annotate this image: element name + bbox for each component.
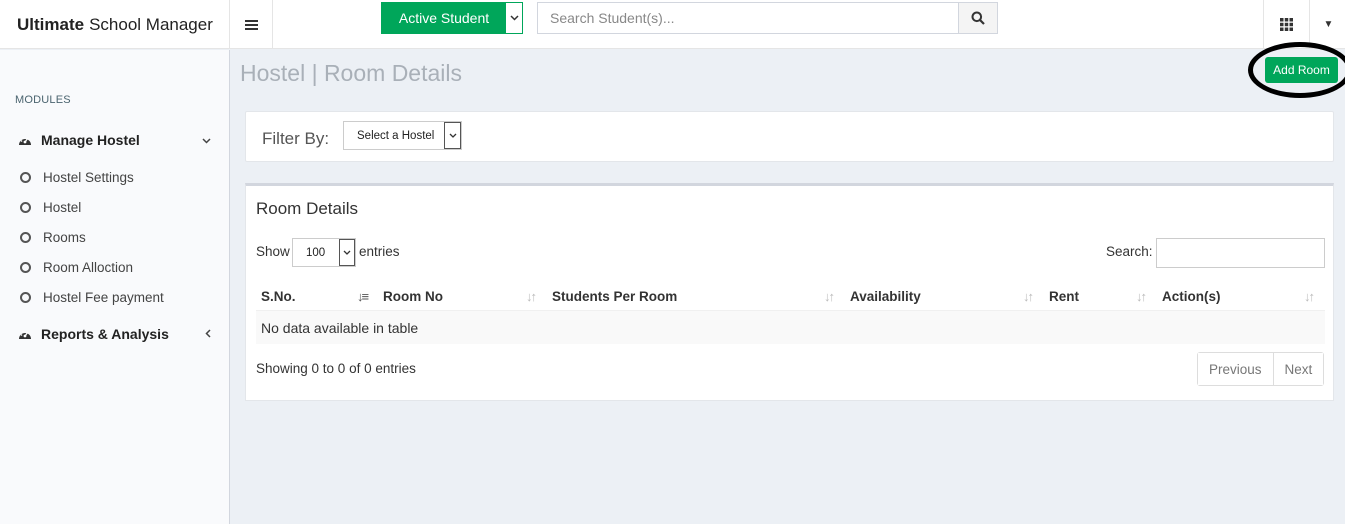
active-student-button[interactable]: Active Student [382,3,506,33]
panel-title: Room Details [256,199,359,218]
search-input[interactable] [537,2,958,34]
top-navbar: Ultimate School Manager Active Student S… [0,0,1345,49]
apps-menu-button[interactable] [1263,0,1310,49]
search-icon [971,11,985,25]
next-page-button[interactable]: Next [1272,353,1324,385]
circle-icon [20,291,31,303]
circle-icon [20,171,31,183]
sidebar-item-hostel-fee-payment[interactable]: Hostel Fee payment [20,286,164,308]
sort-icon[interactable]: ↓↑ [1023,289,1034,304]
entries-label: entries [359,244,400,259]
table-info: Showing 0 to 0 of 0 entries [256,361,416,376]
column-header-students-per-room[interactable]: Students Per Room [552,281,677,311]
sort-icon[interactable]: ↓↑ [1304,289,1315,304]
column-header-sno[interactable]: S.No. [261,281,296,311]
filter-panel: Filter By: Select a Hostel [245,111,1334,162]
room-details-panel: Room Details Show 100 entries Search: S.… [245,183,1334,401]
add-room-button[interactable]: Add Room [1265,57,1338,83]
chevron-down-icon [202,133,211,147]
table-header: S.No. ↓≡ Room No ↓↑ Students Per Room ↓↑… [256,281,1325,311]
sort-asc-icon[interactable]: ↓≡ [357,289,369,304]
table-empty-row: No data available in table [256,311,1325,344]
show-label: Show [256,244,290,259]
sidebar-section-label: MODULES [15,94,71,106]
circle-icon [20,261,31,273]
sidebar-toggle-button[interactable] [230,0,273,49]
hostel-select-value: Select a Hostel [357,129,435,142]
sidebar-item-label: Room Alloction [43,259,134,275]
sidebar-group-reports-analysis[interactable]: Reports & Analysis [0,318,229,350]
page-title: Hostel | Room Details [240,60,462,86]
sidebar-item-room-allocation[interactable]: Room Alloction [20,256,133,278]
sort-icon[interactable]: ↓↑ [526,289,537,304]
sidebar-item-label: Hostel Fee payment [43,289,164,305]
user-menu-caret-icon[interactable]: ▼ [1312,0,1345,49]
sort-icon[interactable]: ↓↑ [824,289,835,304]
entries-select-value: 100 [306,246,326,259]
brand-logo[interactable]: Ultimate School Manager [0,0,230,49]
table-search-label: Search: [1106,244,1153,259]
sidebar-item-hostel-settings[interactable]: Hostel Settings [20,166,134,188]
dashboard-icon [18,134,33,146]
circle-icon [20,201,31,213]
chevron-left-icon [205,327,211,341]
circle-icon [20,231,31,243]
chevron-down-icon[interactable] [506,3,522,33]
sidebar-group-label: Reports & Analysis [41,326,169,342]
dashboard-icon [18,328,33,340]
grid-icon [1280,18,1293,31]
chevron-down-icon [339,239,355,266]
sidebar-group-manage-hostel[interactable]: Manage Hostel [0,124,229,156]
search-button[interactable] [958,2,998,34]
sidebar-item-rooms[interactable]: Rooms [20,226,86,248]
sidebar-item-label: Rooms [43,229,86,245]
sort-icon[interactable]: ↓↑ [1136,289,1147,304]
active-student-dropdown[interactable]: Active Student [381,2,523,34]
hostel-select[interactable]: Select a Hostel [343,121,462,150]
sidebar-item-hostel[interactable]: Hostel [20,196,81,218]
column-header-availability[interactable]: Availability [850,281,921,311]
table-search-input[interactable] [1156,238,1325,268]
hamburger-icon [244,19,258,30]
pagination: Previous Next [1197,352,1325,386]
chevron-down-icon [444,122,461,149]
student-search [537,2,998,34]
column-header-rent[interactable]: Rent [1049,281,1079,311]
column-header-room-no[interactable]: Room No [383,281,443,311]
brand-bold: Ultimate [17,14,85,34]
sidebar-item-label: Hostel [43,199,82,215]
column-header-actions[interactable]: Action(s) [1162,281,1221,311]
previous-page-button[interactable]: Previous [1198,353,1273,385]
filter-label: Filter By: [262,129,330,148]
sidebar-item-label: Hostel Settings [43,169,134,185]
brand-rest: School Manager [89,14,213,34]
sidebar: MODULES Manage Hostel Hostel Settings Ho… [0,50,230,524]
entries-per-page-select[interactable]: 100 [292,238,356,267]
sidebar-group-label: Manage Hostel [41,132,140,148]
